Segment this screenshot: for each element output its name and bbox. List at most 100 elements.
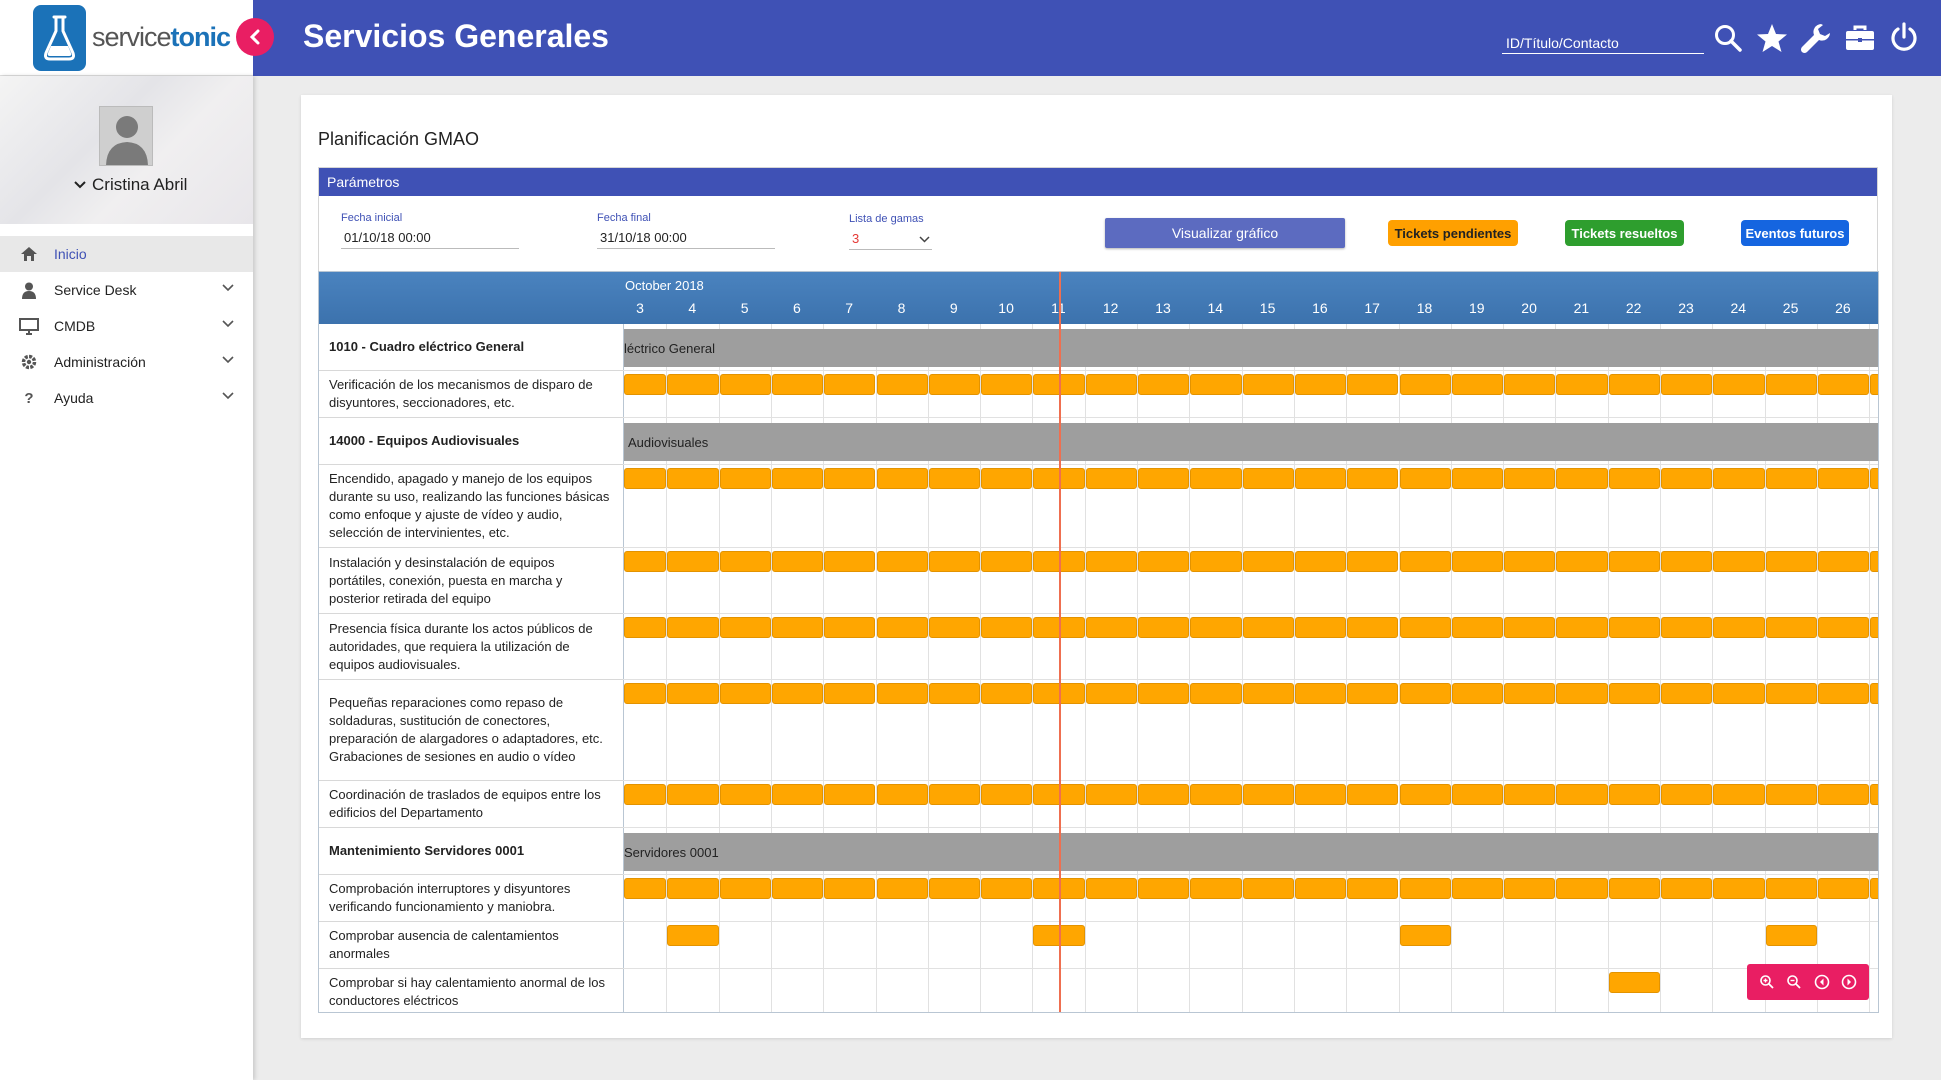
task-bar[interactable] <box>1870 784 1878 805</box>
task-bar[interactable] <box>1138 683 1190 704</box>
task-bar[interactable] <box>1190 683 1242 704</box>
task-bar[interactable] <box>1504 683 1556 704</box>
task-bar[interactable] <box>771 551 824 572</box>
task-bar[interactable] <box>1765 551 1817 572</box>
task-bar[interactable] <box>876 878 928 899</box>
task-bar[interactable] <box>1451 617 1504 638</box>
prev-icon[interactable] <box>1811 971 1833 993</box>
task-bar[interactable] <box>1870 878 1878 899</box>
task-bar[interactable] <box>1661 617 1713 638</box>
task-bar[interactable] <box>1713 551 1765 572</box>
task-bar[interactable] <box>1504 374 1556 395</box>
tickets-resueltos-badge[interactable]: Tickets resueltos <box>1565 220 1684 246</box>
next-icon[interactable] <box>1838 971 1860 993</box>
task-bar[interactable] <box>1817 878 1870 899</box>
task-bar[interactable] <box>1085 551 1137 572</box>
task-bar[interactable] <box>1399 468 1451 489</box>
task-bar[interactable] <box>1608 374 1660 395</box>
task-bar[interactable] <box>1556 617 1608 638</box>
task-bar[interactable] <box>1294 468 1347 489</box>
task-bar[interactable] <box>1294 617 1347 638</box>
task-bar[interactable] <box>1504 617 1556 638</box>
task-bar[interactable] <box>876 374 928 395</box>
task-bar[interactable] <box>1556 468 1608 489</box>
task-bar[interactable] <box>981 374 1033 395</box>
task-bar[interactable] <box>1294 784 1347 805</box>
task-bar[interactable] <box>1556 784 1608 805</box>
task-bar[interactable] <box>1138 374 1190 395</box>
task-bar[interactable] <box>1347 878 1399 899</box>
task-bar[interactable] <box>981 551 1033 572</box>
task-bar[interactable] <box>1399 617 1451 638</box>
group-bar[interactable]: Audiovisuales <box>624 423 1878 461</box>
task-bar[interactable] <box>1085 878 1137 899</box>
power-icon[interactable] <box>1886 20 1922 56</box>
task-bar[interactable] <box>1713 374 1765 395</box>
task-bar[interactable] <box>824 617 876 638</box>
task-bar[interactable] <box>1451 468 1504 489</box>
task-bar[interactable] <box>1817 551 1870 572</box>
task-bar[interactable] <box>1504 784 1556 805</box>
task-bar[interactable] <box>719 374 771 395</box>
tickets-pendientes-badge[interactable]: Tickets pendientes <box>1388 220 1518 246</box>
task-bar[interactable] <box>1765 374 1817 395</box>
task-bar[interactable] <box>1817 374 1870 395</box>
task-bar[interactable] <box>719 683 771 704</box>
task-bar[interactable] <box>719 784 771 805</box>
user-menu[interactable]: Cristina Abril <box>74 175 187 195</box>
task-bar[interactable] <box>824 784 876 805</box>
task-bar[interactable] <box>1451 878 1504 899</box>
task-bar[interactable] <box>1242 374 1294 395</box>
task-bar[interactable] <box>824 878 876 899</box>
task-bar[interactable] <box>624 878 667 899</box>
task-bar[interactable] <box>876 683 928 704</box>
task-bar[interactable] <box>1504 551 1556 572</box>
logo[interactable]: servicetonic <box>0 0 253 76</box>
nav-item-ayuda[interactable]: ? Ayuda <box>0 380 253 416</box>
task-bar[interactable] <box>1556 878 1608 899</box>
task-bar[interactable] <box>1817 784 1870 805</box>
task-bar[interactable] <box>981 468 1033 489</box>
task-bar[interactable] <box>624 468 667 489</box>
task-bar[interactable] <box>876 551 928 572</box>
task-bar[interactable] <box>667 683 719 704</box>
task-bar[interactable] <box>981 617 1033 638</box>
task-bar[interactable] <box>1085 374 1137 395</box>
task-bar[interactable] <box>1451 683 1504 704</box>
star-icon[interactable] <box>1754 20 1790 56</box>
task-bar[interactable] <box>1870 468 1878 489</box>
search-input[interactable] <box>1502 32 1704 54</box>
task-bar[interactable] <box>667 617 719 638</box>
task-bar[interactable] <box>1713 784 1765 805</box>
task-bar[interactable] <box>624 617 667 638</box>
task-bar[interactable] <box>1347 551 1399 572</box>
task-bar[interactable] <box>824 468 876 489</box>
task-bar[interactable] <box>1870 551 1878 572</box>
task-bar[interactable] <box>1661 468 1713 489</box>
zoom-in-icon[interactable] <box>1756 971 1778 993</box>
task-bar[interactable] <box>1399 374 1451 395</box>
task-bar[interactable] <box>981 784 1033 805</box>
task-bar[interactable] <box>667 925 719 946</box>
nav-item-administracion[interactable]: Administración <box>0 344 253 380</box>
task-bar[interactable] <box>1608 784 1660 805</box>
task-bar[interactable] <box>1608 972 1660 993</box>
task-bar[interactable] <box>1347 374 1399 395</box>
task-bar[interactable] <box>876 784 928 805</box>
task-bar[interactable] <box>719 617 771 638</box>
task-bar[interactable] <box>1347 683 1399 704</box>
task-bar[interactable] <box>1608 878 1660 899</box>
task-bar[interactable] <box>1608 617 1660 638</box>
task-bar[interactable] <box>1085 617 1137 638</box>
task-bar[interactable] <box>1242 784 1294 805</box>
task-bar[interactable] <box>1294 551 1347 572</box>
task-bar[interactable] <box>1294 374 1347 395</box>
task-bar[interactable] <box>1190 784 1242 805</box>
task-bar[interactable] <box>624 683 667 704</box>
task-bar[interactable] <box>1399 925 1451 946</box>
task-bar[interactable] <box>667 784 719 805</box>
fecha-inicial-field[interactable]: Fecha inicial 01/10/18 00:00 <box>341 212 519 249</box>
task-bar[interactable] <box>1347 617 1399 638</box>
task-bar[interactable] <box>981 683 1033 704</box>
task-bar[interactable] <box>1765 683 1817 704</box>
